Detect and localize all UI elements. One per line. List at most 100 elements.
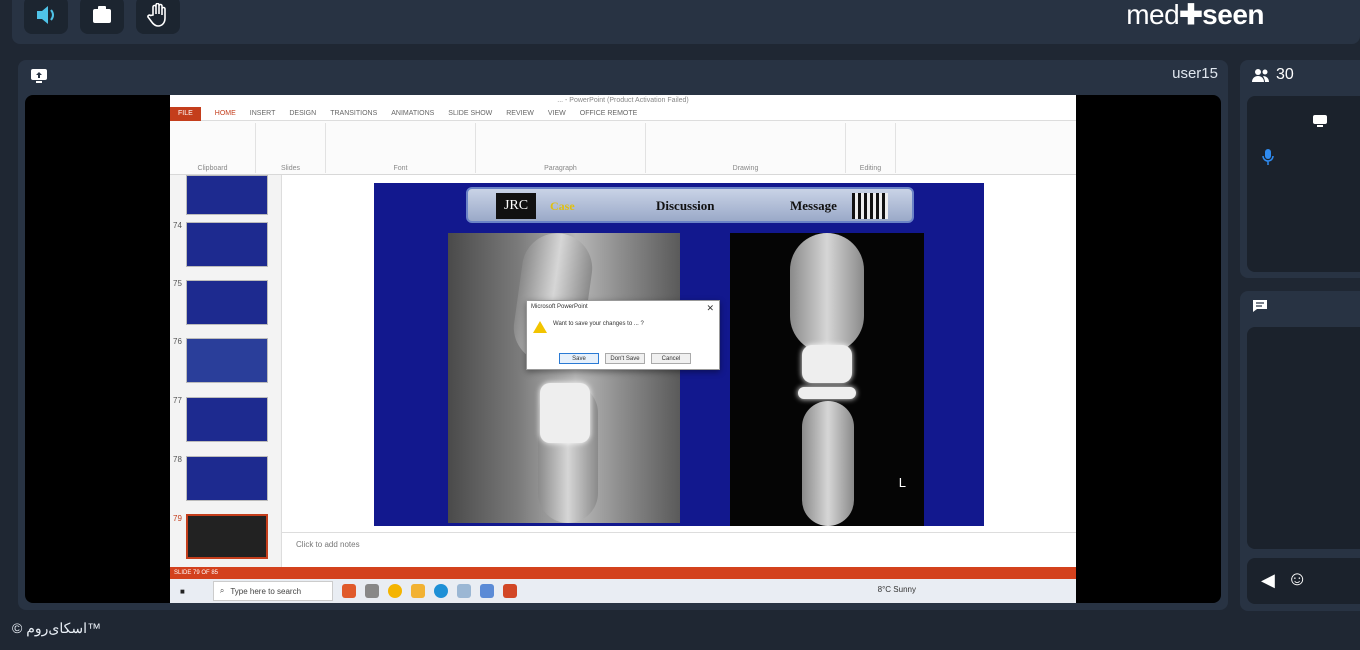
group-editing[interactable]: Editing <box>846 123 896 173</box>
warning-icon <box>533 321 547 333</box>
tibia-shape <box>802 401 854 526</box>
tibial-implant-shape <box>798 387 856 399</box>
save-dialog: Microsoft PowerPoint ✕ Want to save your… <box>526 300 720 370</box>
app-icon[interactable] <box>341 584 356 598</box>
dont-save-button[interactable]: Don't Save <box>605 353 645 364</box>
screen-share-icon <box>1313 115 1327 127</box>
window-title: ... - PowerPoint (Product Activation Fai… <box>170 95 1076 107</box>
top-toolbar: med✚seen <box>12 0 1360 44</box>
slide-thumb-78[interactable] <box>186 456 268 501</box>
task-view-icon[interactable] <box>364 584 379 598</box>
status-bar: SLIDE 79 OF 85 <box>170 567 1076 579</box>
tab-animations[interactable]: ANIMATIONS <box>391 110 434 117</box>
close-icon[interactable]: ✕ <box>706 303 714 314</box>
save-button[interactable]: Save <box>559 353 599 364</box>
banner-discussion: Discussion <box>656 198 715 213</box>
edge-icon[interactable] <box>433 584 448 598</box>
slide-thumbnails[interactable]: 74 75 76 77 78 79 <box>170 175 282 567</box>
tab-home[interactable]: HOME <box>215 110 236 117</box>
notes-pane[interactable]: Click to add notes <box>282 532 1076 567</box>
chat-messages <box>1247 327 1360 549</box>
lateral-knee-xray <box>448 228 680 523</box>
group-font[interactable]: Font <box>326 123 476 173</box>
app-icon[interactable] <box>456 584 471 598</box>
participant-tile <box>1247 96 1360 272</box>
tab-design[interactable]: DESIGN <box>289 110 316 117</box>
logo-text-left: med <box>1126 0 1180 30</box>
cancel-button[interactable]: Cancel <box>651 353 691 364</box>
medseen-logo: med✚seen <box>1126 0 1264 34</box>
users-icon <box>1252 69 1269 82</box>
banner-message: Message <box>790 198 837 213</box>
tab-insert[interactable]: INSERT <box>250 110 276 117</box>
ribbon: Clipboard Slides Font Paragraph Drawing … <box>170 121 1076 175</box>
speaker-button[interactable] <box>24 0 68 34</box>
screen-share-icon <box>30 68 48 89</box>
thumb-number: 77 <box>173 396 182 405</box>
tab-view[interactable]: VIEW <box>548 110 566 117</box>
presentation-icon <box>93 6 111 23</box>
speaker-icon <box>37 6 54 24</box>
search-icon: ⌕ <box>219 586 225 595</box>
emoji-icon[interactable]: ☺ <box>1287 568 1307 591</box>
thumb-number: 76 <box>173 337 182 346</box>
chat-icon <box>1253 300 1267 312</box>
qr-code-icon <box>852 193 888 219</box>
shared-screen: ... - PowerPoint (Product Activation Fai… <box>25 95 1221 603</box>
slide-thumb-76[interactable] <box>186 338 268 383</box>
chat-panel: ◀ ☺ <box>1240 291 1360 611</box>
app-icon[interactable] <box>479 584 494 598</box>
presenter-name: user15 <box>1172 65 1218 82</box>
group-slides[interactable]: Slides <box>256 123 326 173</box>
chrome-icon[interactable] <box>387 584 402 598</box>
group-paragraph[interactable]: Paragraph <box>476 123 646 173</box>
share-screen-button[interactable] <box>80 0 124 34</box>
file-explorer-icon[interactable] <box>410 584 425 598</box>
tab-office-remote[interactable]: OFFICE REMOTE <box>580 110 638 117</box>
femur-shape <box>790 233 864 353</box>
ap-knee-xray: L <box>730 233 924 526</box>
tab-review[interactable]: REVIEW <box>506 110 534 117</box>
ribbon-tabs: FILE HOME INSERT DESIGN TRANSITIONS ANIM… <box>170 106 1076 121</box>
slide-thumb-74[interactable] <box>186 222 268 267</box>
thumb-number: 79 <box>173 514 182 523</box>
raise-hand-button[interactable] <box>136 0 180 34</box>
raise-hand-icon <box>147 3 166 27</box>
participants-count[interactable]: 30 <box>1252 66 1294 84</box>
tab-file[interactable]: FILE <box>170 106 201 121</box>
powerpoint-window: ... - PowerPoint (Product Activation Fai… <box>170 95 1076 603</box>
femoral-implant-shape <box>802 345 852 383</box>
banner-case: Case <box>550 199 575 213</box>
tab-slide-show[interactable]: SLIDE SHOW <box>448 110 492 117</box>
thumb-number: 75 <box>173 279 182 288</box>
group-clipboard[interactable]: Clipboard <box>170 123 256 173</box>
plus-icon: ✚ <box>1179 0 1203 30</box>
tab-transitions[interactable]: TRANSITIONS <box>330 110 377 117</box>
participants-panel: 30 <box>1240 60 1360 278</box>
footer-brand: © اسکای‌روم™ <box>12 620 101 636</box>
thumb-number: 74 <box>173 221 182 230</box>
side-marker: L <box>898 475 906 490</box>
implant-shape <box>540 383 590 443</box>
taskbar-search-input[interactable]: ⌕ Type here to search <box>212 581 333 601</box>
slide-thumb-79[interactable] <box>186 514 268 559</box>
microphone-icon <box>1262 149 1274 165</box>
slide-thumb-75[interactable] <box>186 280 268 325</box>
slide-thumb-73[interactable] <box>186 175 268 215</box>
presentation-stage: user15 ... - PowerPoint (Product Activat… <box>18 60 1228 610</box>
windows-taskbar: ■ ⌕ Type here to search 8°C Sunny <box>170 579 1076 603</box>
slide-thumb-77[interactable] <box>186 397 268 442</box>
slide-banner: JRC Case Discussion Message <box>466 187 914 223</box>
powerpoint-icon[interactable] <box>502 584 517 598</box>
search-placeholder: Type here to search <box>230 586 302 596</box>
thumb-number: 78 <box>173 455 182 464</box>
send-icon[interactable]: ◀ <box>1261 570 1275 591</box>
dialog-title: Microsoft PowerPoint <box>531 304 588 310</box>
group-drawing[interactable]: Drawing <box>646 123 846 173</box>
weather-widget[interactable]: 8°C Sunny <box>878 585 916 594</box>
logo-text-right: seen <box>1202 0 1264 30</box>
dialog-message: Want to save your changes to ... ? <box>553 321 644 327</box>
jrc-logo: JRC <box>496 193 536 219</box>
chat-composer[interactable]: ◀ ☺ <box>1247 558 1360 604</box>
windows-start-icon[interactable]: ■ <box>180 587 185 596</box>
